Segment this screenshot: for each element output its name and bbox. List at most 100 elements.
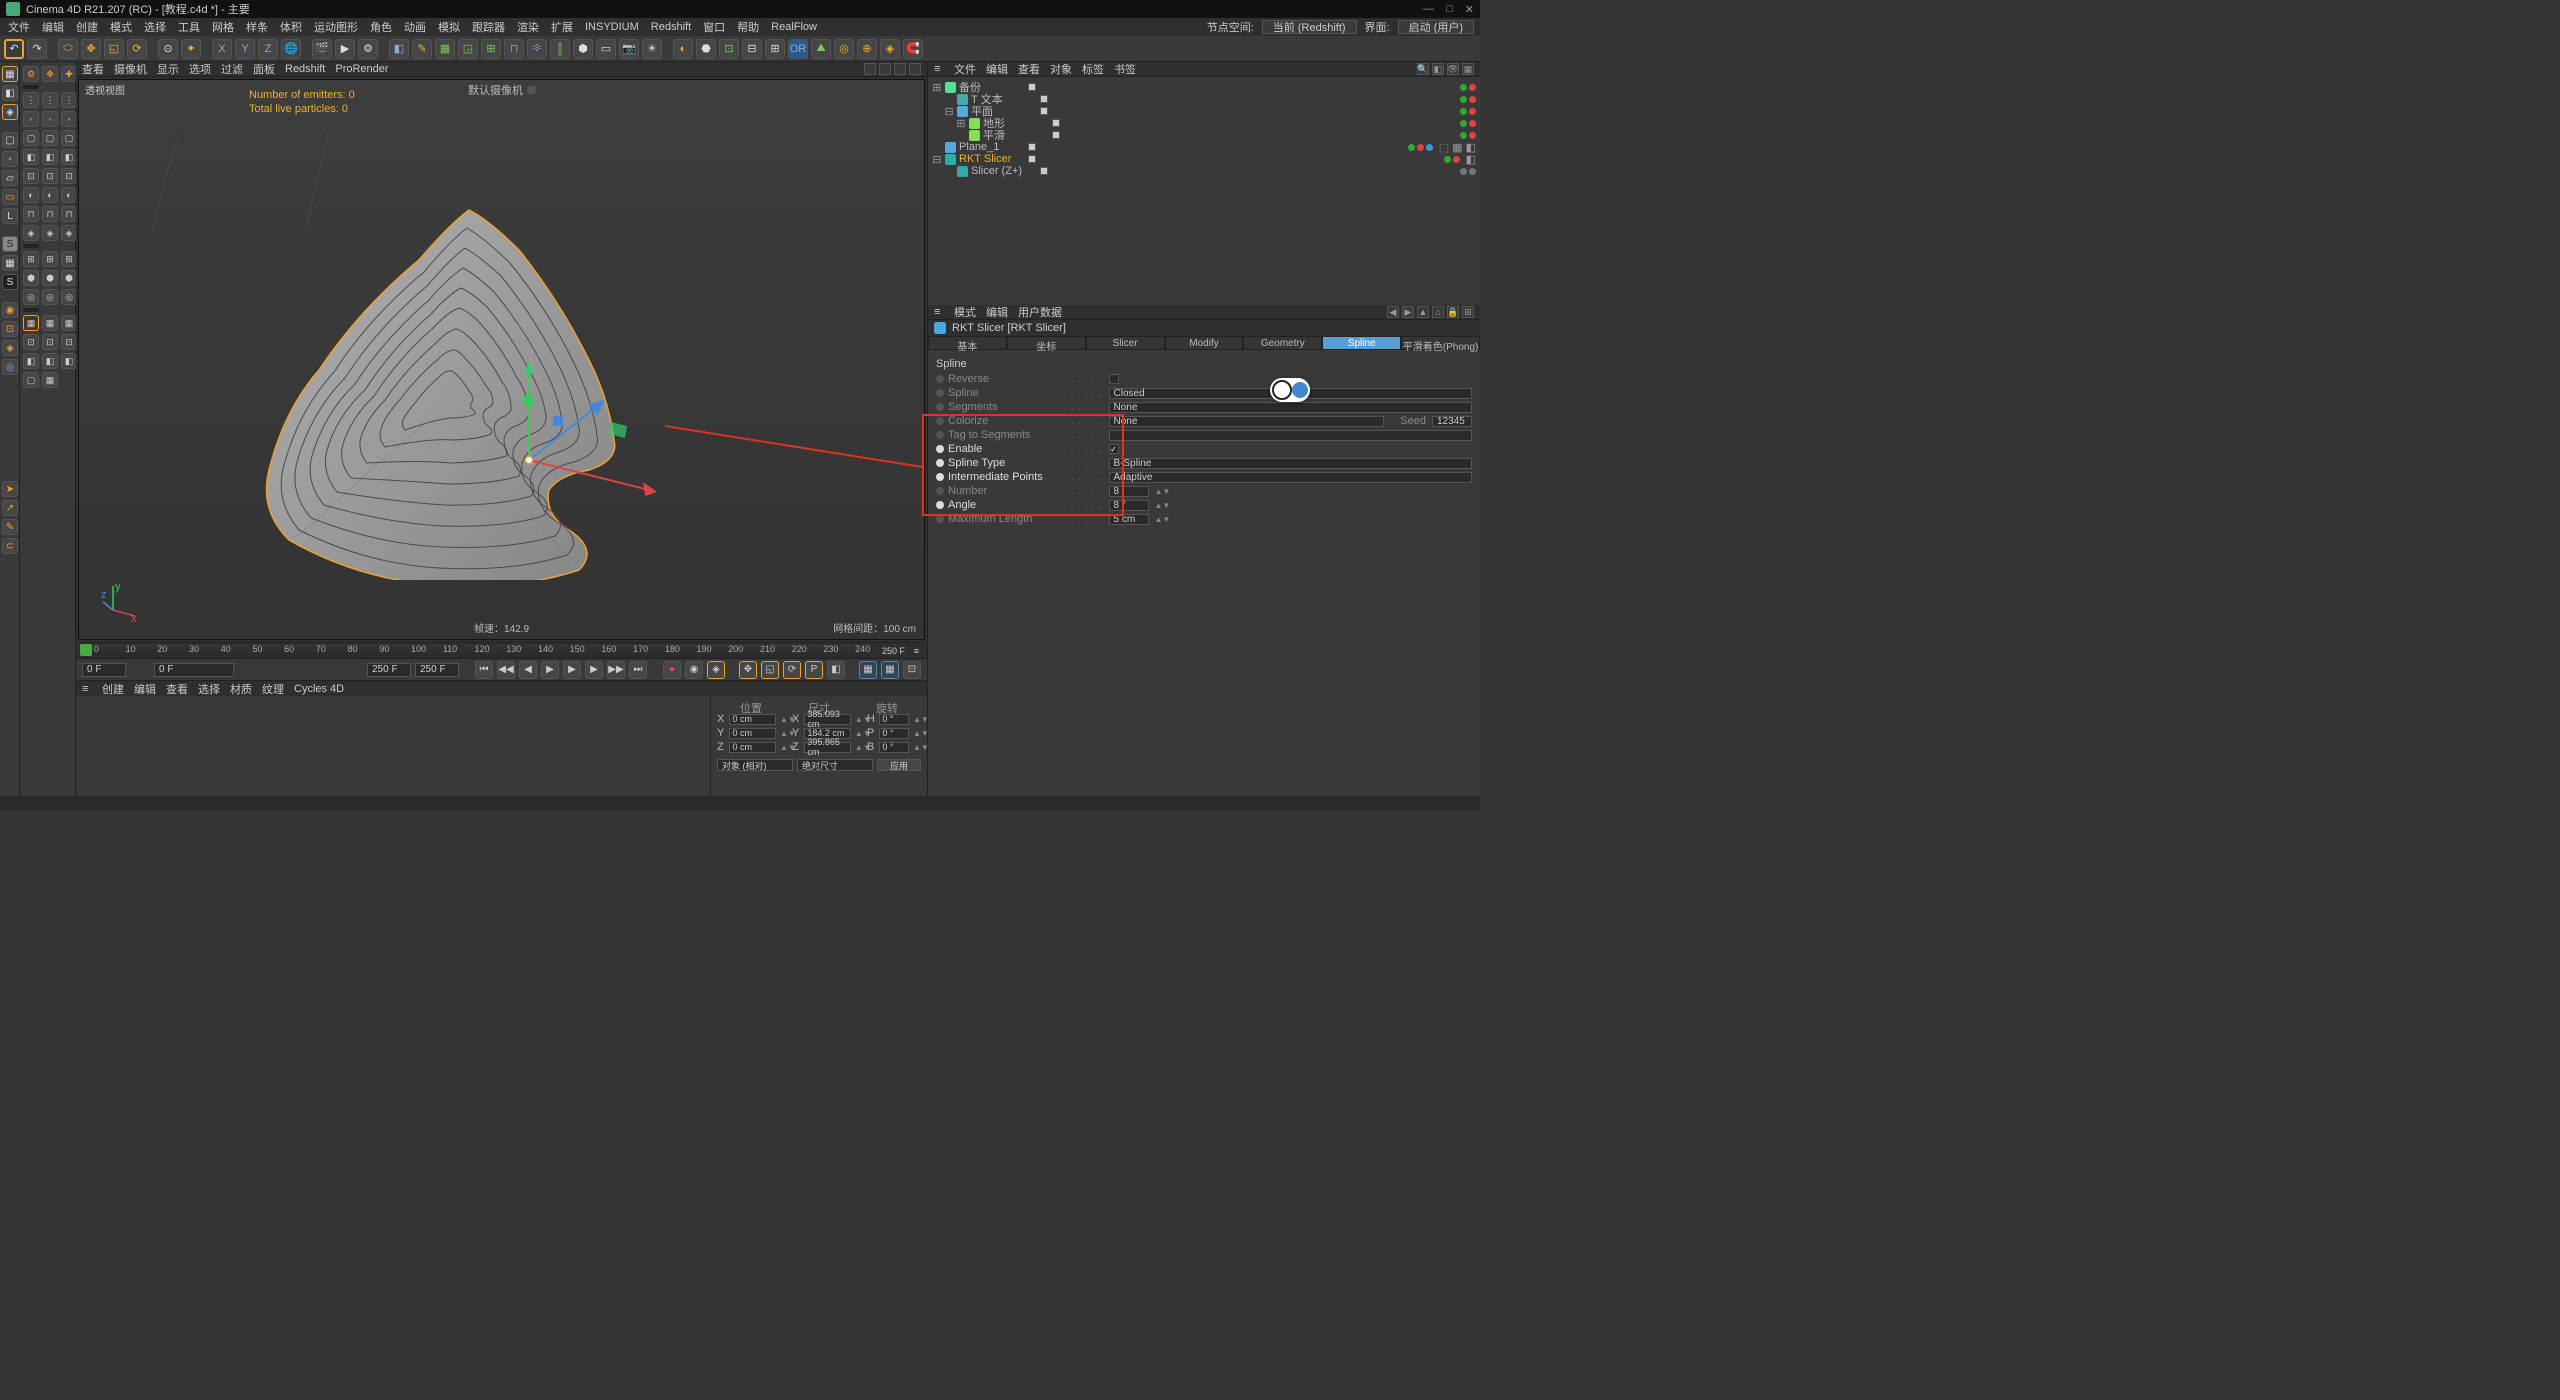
object-name[interactable]: Slicer (Z+) bbox=[971, 165, 1033, 177]
om-menu-file[interactable]: 文件 bbox=[954, 61, 976, 77]
attr-menu-userdata[interactable]: 用户数据 bbox=[1018, 304, 1062, 320]
select-tool[interactable]: ⬭ bbox=[58, 39, 78, 59]
goto-start-button[interactable]: ⏮ bbox=[475, 661, 493, 679]
object-row[interactable]: Slicer (Z+) bbox=[932, 165, 1476, 177]
object-manager[interactable]: ⊞ 备份 T 文本 ⊟ 平面 ⊞ 地形 平滑 Plane_1 ⬚ ▦ bbox=[928, 77, 1480, 305]
pal-move-icon[interactable]: ✥ bbox=[42, 66, 58, 82]
anim-dot-icon[interactable] bbox=[936, 515, 944, 523]
record-button[interactable]: ● bbox=[663, 661, 681, 679]
p32[interactable]: ▦ bbox=[42, 315, 58, 331]
p9[interactable]: ◧ bbox=[61, 149, 77, 165]
text-field[interactable] bbox=[1109, 430, 1472, 441]
p34[interactable]: ⊡ bbox=[23, 334, 39, 350]
model-mode[interactable]: ▦ bbox=[2, 66, 18, 82]
array-button[interactable]: ⊞ bbox=[481, 39, 501, 59]
menu-file[interactable]: 文件 bbox=[6, 19, 32, 35]
p12[interactable]: ⊡ bbox=[61, 168, 77, 184]
pos-field[interactable]: 0 cm bbox=[729, 714, 776, 725]
p33[interactable]: ▦ bbox=[61, 315, 77, 331]
minimize-button[interactable]: — bbox=[1423, 3, 1434, 16]
visibility-dots[interactable] bbox=[1460, 96, 1476, 103]
pal-dots1[interactable]: ⋮ bbox=[23, 92, 39, 108]
p19[interactable]: ◈ bbox=[23, 225, 39, 241]
timeline-ruler[interactable]: 0102030405060708090100110120130140150160… bbox=[78, 642, 925, 658]
attr-tab[interactable]: 平滑着色(Phong) bbox=[1401, 336, 1480, 350]
p8[interactable]: ◧ bbox=[42, 149, 58, 165]
perspective-viewport[interactable]: 透视视图 默认摄像机 Number of emitters: 0 Total l… bbox=[78, 79, 925, 640]
layer-swatch[interactable] bbox=[1040, 107, 1048, 115]
p10[interactable]: ⊡ bbox=[23, 168, 39, 184]
redo-button[interactable]: ↷ bbox=[27, 39, 47, 59]
number-field[interactable]: 8 ° bbox=[1109, 500, 1149, 511]
visibility-dots[interactable] bbox=[1408, 144, 1433, 151]
om-eye-icon[interactable]: 👁 bbox=[1447, 63, 1459, 75]
menu-render[interactable]: 渲染 bbox=[515, 19, 541, 35]
prev-frame-button[interactable]: ◀ bbox=[519, 661, 537, 679]
dropdown[interactable]: None bbox=[1109, 402, 1472, 413]
om-search-icon[interactable]: 🔍 bbox=[1417, 63, 1429, 75]
visibility-dots[interactable] bbox=[1444, 156, 1460, 163]
menu-simulate[interactable]: 模拟 bbox=[436, 19, 462, 35]
camera-button[interactable]: 📷 bbox=[619, 39, 639, 59]
current-frame-field[interactable]: 0 F bbox=[82, 663, 126, 677]
layer-swatch[interactable] bbox=[1028, 155, 1036, 163]
cube-primitive[interactable]: ◧ bbox=[389, 39, 409, 59]
p2[interactable]: ◦ bbox=[42, 111, 58, 127]
visibility-dots[interactable] bbox=[1460, 108, 1476, 115]
visibility-dots[interactable] bbox=[1460, 132, 1476, 139]
nav-edit[interactable]: ✎ bbox=[2, 519, 18, 535]
anim-dot-icon[interactable] bbox=[936, 417, 944, 425]
menu-tracker[interactable]: 跟踪器 bbox=[470, 19, 507, 35]
attr-home-icon[interactable]: ⌂ bbox=[1432, 306, 1444, 318]
menu-select[interactable]: 选择 bbox=[142, 19, 168, 35]
opt1-button[interactable]: ▦ bbox=[859, 661, 877, 679]
anim-dot-icon[interactable] bbox=[936, 501, 944, 509]
attr-tab[interactable]: 坐标 bbox=[1007, 336, 1086, 350]
light-button[interactable]: ☀ bbox=[642, 39, 662, 59]
object-row[interactable]: Plane_1 ⬚ ▦ ◧ bbox=[932, 141, 1476, 153]
checkbox[interactable] bbox=[1109, 444, 1119, 454]
vp-nav-zoom[interactable] bbox=[879, 63, 891, 75]
anim-dot-icon[interactable] bbox=[936, 375, 944, 383]
object-name[interactable]: Plane_1 bbox=[959, 141, 1021, 153]
anim-dot-icon[interactable] bbox=[936, 445, 944, 453]
p24[interactable]: ⊞ bbox=[61, 251, 77, 267]
menu-realflow[interactable]: RealFlow bbox=[769, 21, 819, 33]
playhead[interactable] bbox=[80, 644, 92, 656]
rot-field[interactable]: 0 ° bbox=[879, 728, 909, 739]
p38[interactable]: ◧ bbox=[42, 353, 58, 369]
p11[interactable]: ⊡ bbox=[42, 168, 58, 184]
snap-d[interactable]: ◎ bbox=[2, 359, 18, 375]
maximize-button[interactable]: □ bbox=[1446, 3, 1453, 16]
play-button[interactable]: ▶ bbox=[563, 661, 581, 679]
opt3-button[interactable]: ⊡ bbox=[903, 661, 921, 679]
visibility-dots[interactable] bbox=[1460, 168, 1476, 175]
key-param-button[interactable]: P bbox=[805, 661, 823, 679]
plugin1-icon[interactable]: ◐ bbox=[673, 39, 693, 59]
timeline-menu-icon[interactable]: ≡ bbox=[911, 646, 925, 656]
om-menu-bookmarks[interactable]: 书签 bbox=[1114, 61, 1136, 77]
ime-badge[interactable] bbox=[1270, 378, 1310, 402]
visibility-dots[interactable] bbox=[1460, 84, 1476, 91]
render-settings-button[interactable]: ⚙ bbox=[358, 39, 378, 59]
plugin8-icon[interactable]: ◎ bbox=[834, 39, 854, 59]
seed-field[interactable]: 12345 bbox=[1432, 416, 1472, 427]
vp-nav-layout[interactable] bbox=[909, 63, 921, 75]
texture-mode[interactable]: ◧ bbox=[2, 85, 18, 101]
mat-menu-create[interactable]: 创建 bbox=[102, 681, 124, 697]
p18[interactable]: ⊓ bbox=[61, 206, 77, 222]
p22[interactable]: ⊞ bbox=[23, 251, 39, 267]
p6[interactable]: ▢ bbox=[61, 130, 77, 146]
p35[interactable]: ⊡ bbox=[42, 334, 58, 350]
snap-a[interactable]: ◉ bbox=[2, 302, 18, 318]
p7[interactable]: ◧ bbox=[23, 149, 39, 165]
expand-toggle[interactable]: ⊞ bbox=[932, 81, 942, 94]
vp-menu-prorender[interactable]: ProRender bbox=[335, 63, 388, 75]
mat-menu-material[interactable]: 材质 bbox=[230, 681, 252, 697]
pal-dots3[interactable]: ⋮ bbox=[61, 92, 77, 108]
floor-button[interactable]: ▭ bbox=[596, 39, 616, 59]
p13[interactable]: ◐ bbox=[23, 187, 39, 203]
volume-button[interactable]: ⬢ bbox=[573, 39, 593, 59]
menu-extensions[interactable]: 扩展 bbox=[549, 19, 575, 35]
coord-sys-button[interactable]: 🌐 bbox=[281, 39, 301, 59]
